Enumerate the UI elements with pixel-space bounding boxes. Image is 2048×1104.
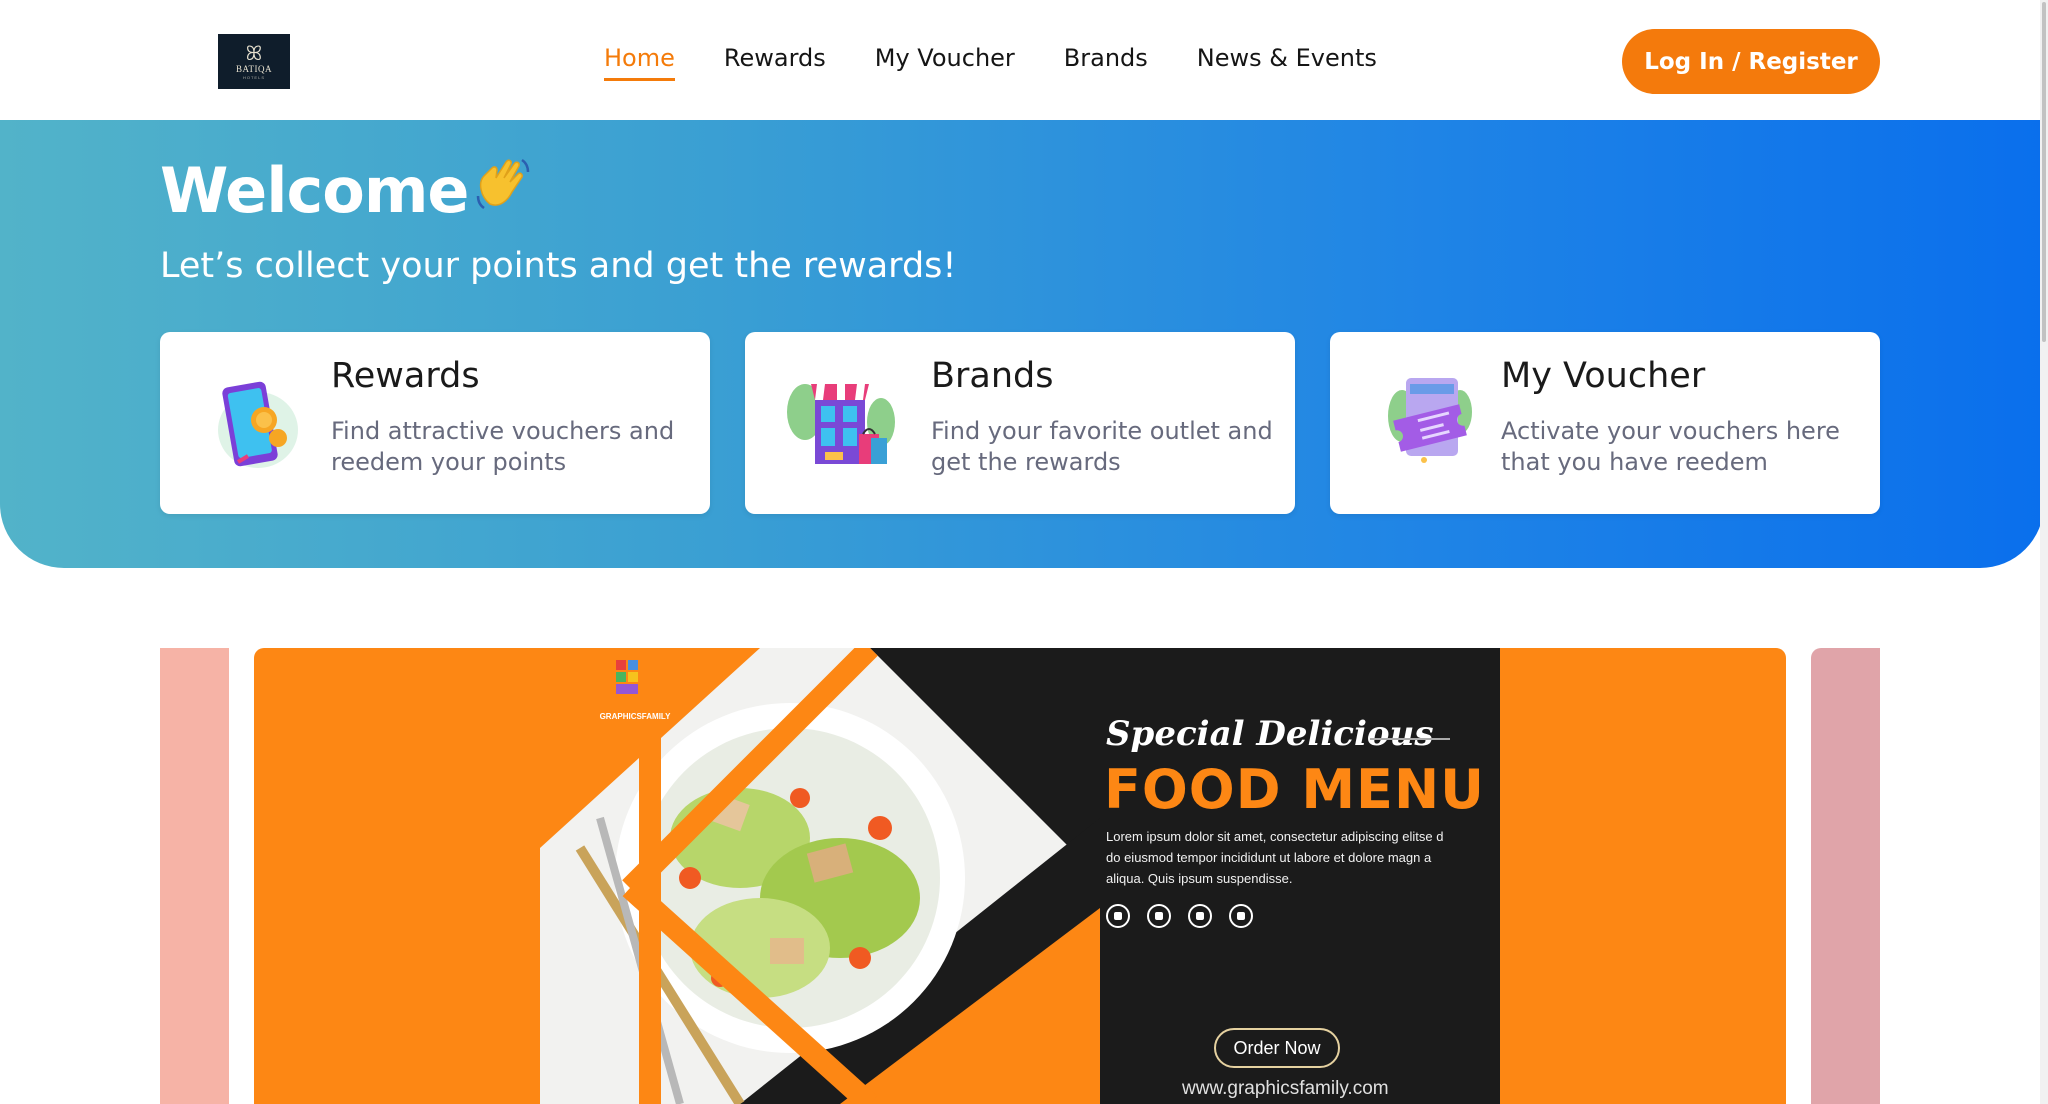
instagram-icon	[1229, 904, 1253, 928]
voucher-ticket-icon	[1380, 372, 1480, 472]
logo-word: BATIQA	[236, 64, 272, 74]
nav-rewards[interactable]: Rewards	[724, 44, 826, 81]
brands-card-title: Brands	[931, 356, 1054, 396]
script-underline	[1370, 738, 1450, 740]
welcome-text: Welcome	[160, 154, 469, 227]
login-register-button[interactable]: Log In / Register	[1622, 29, 1880, 94]
banner-url: www.graphicsfamily.com	[1182, 1078, 1389, 1099]
my-voucher-card-title: My Voucher	[1501, 356, 1706, 396]
brands-card[interactable]: Brands Find your favorite outlet and get…	[745, 332, 1295, 514]
store-bags-icon	[785, 372, 895, 472]
rewards-card-title: Rewards	[331, 356, 480, 396]
carousel-prev-slide[interactable]	[160, 648, 229, 1104]
hero-tagline: Let’s collect your points and get the re…	[160, 246, 957, 286]
logo-sub: HOTELS	[242, 75, 265, 80]
nav-news-events[interactable]: News & Events	[1197, 44, 1377, 81]
scrollbar-thumb[interactable]	[2042, 2, 2046, 342]
welcome-title: Welcome	[160, 152, 534, 229]
brands-card-desc: Find your favorite outlet and get the re…	[931, 417, 1273, 476]
nav-home[interactable]: Home	[604, 44, 675, 81]
main-nav: Home Rewards My Voucher Brands News & Ev…	[604, 44, 1377, 81]
carousel-current-slide[interactable]: GRAPHICSFAMILY Special Delicious FOOD ME…	[254, 648, 1786, 1104]
twitter-icon	[1147, 904, 1171, 928]
food-menu-banner: GRAPHICSFAMILY Special Delicious FOOD ME…	[540, 648, 1500, 1104]
banner-body-text: Lorem ipsum dolor sit amet, consectetur …	[1106, 829, 1444, 886]
nav-brands[interactable]: Brands	[1064, 44, 1148, 81]
my-voucher-card-desc: Activate your vouchers here that you hav…	[1501, 417, 1840, 476]
nav-my-voucher[interactable]: My Voucher	[875, 44, 1015, 81]
banner-script-title: Special Delicious	[1106, 714, 1434, 754]
carousel-next-slide[interactable]	[1811, 648, 1880, 1104]
youtube-icon	[1106, 904, 1130, 928]
graphicsfamily-logo-text: GRAPHICSFAMILY	[599, 712, 671, 721]
top-header: ꕤ BATIQA HOTELS Home Rewards My Voucher …	[0, 0, 2048, 120]
rewards-card[interactable]: Rewards Find attractive vouchers and ree…	[160, 332, 710, 514]
waving-hand-icon	[472, 152, 534, 229]
order-now-button: Order Now	[1214, 1028, 1340, 1068]
logo-mark: ꕤ	[245, 41, 263, 65]
my-voucher-card[interactable]: My Voucher Activate your vouchers here t…	[1330, 332, 1880, 514]
graphicsfamily-logo: GRAPHICSFAMILY	[590, 652, 670, 724]
phone-coins-icon	[208, 372, 308, 472]
rewards-card-desc: Find attractive vouchers and reedem your…	[331, 417, 675, 476]
banner-main-title: FOOD MENU	[1104, 758, 1485, 821]
brand-logo[interactable]: ꕤ BATIQA HOTELS	[218, 34, 290, 89]
promo-carousel[interactable]: GRAPHICSFAMILY Special Delicious FOOD ME…	[0, 648, 2040, 1104]
facebook-icon	[1188, 904, 1212, 928]
banner-social-icons	[1106, 904, 1253, 928]
